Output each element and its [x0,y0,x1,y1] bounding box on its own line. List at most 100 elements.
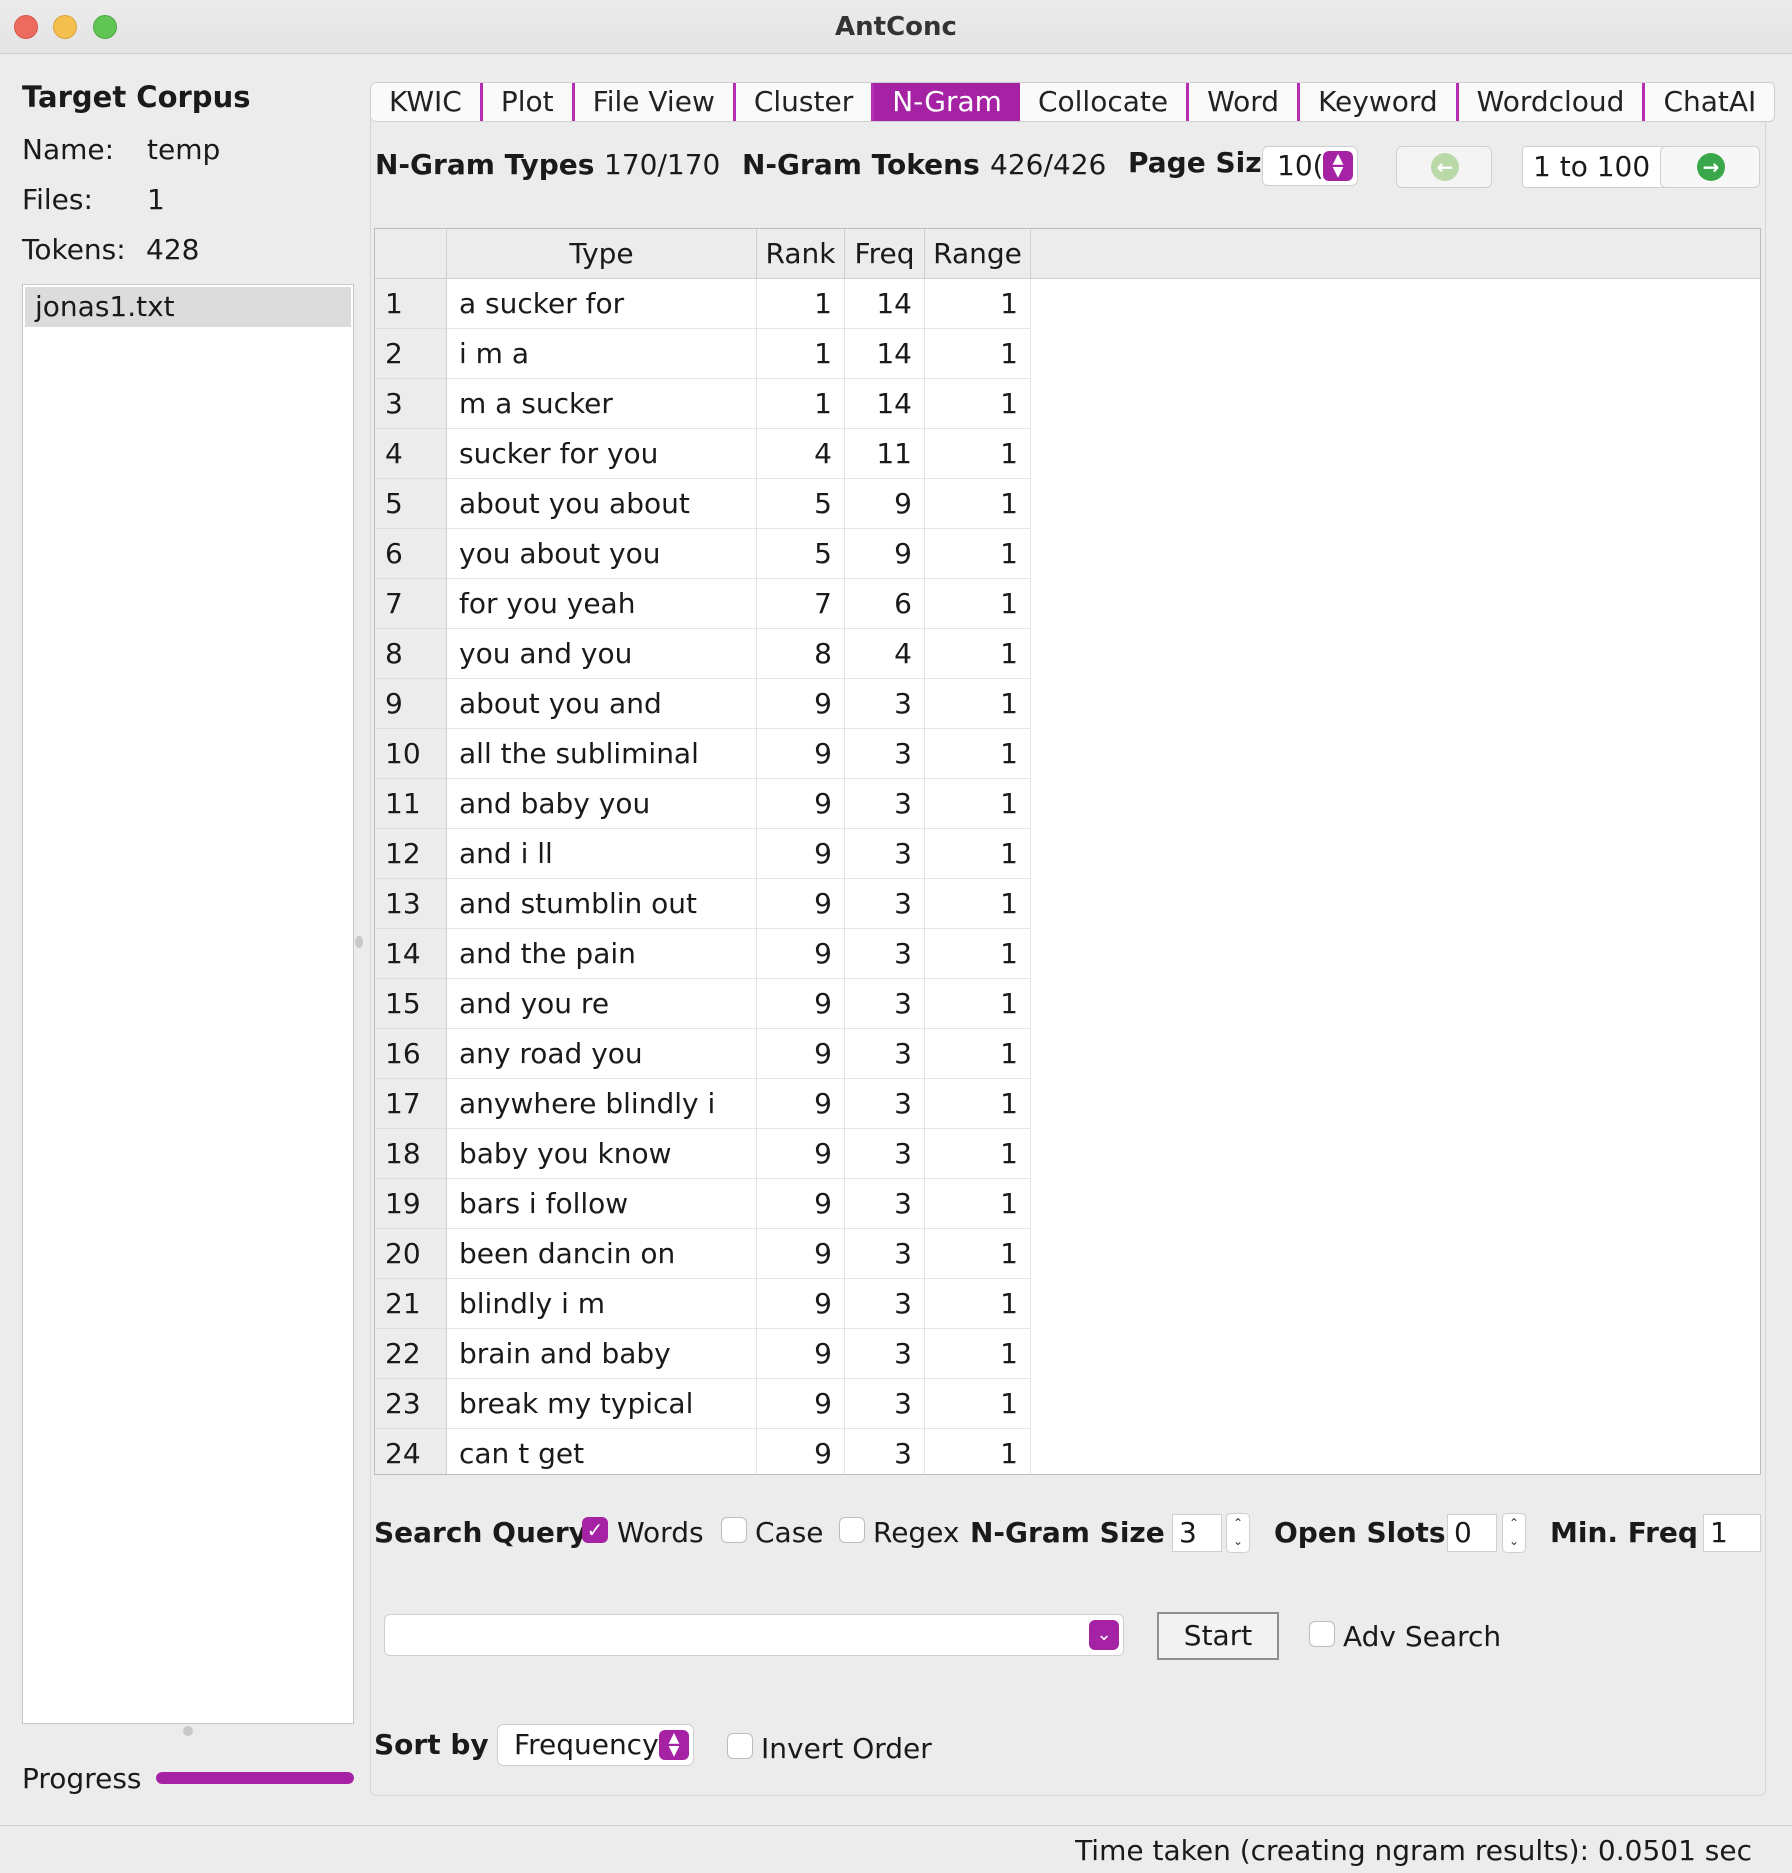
title-bar: AntConc [0,0,1792,54]
table-row[interactable]: 24 can t get 9 3 1 [375,1429,1760,1474]
row-index-cell: 6 [375,529,447,579]
chevron-down-icon[interactable]: ⌄ [1089,1620,1119,1650]
open-slots-input[interactable]: 0 [1447,1514,1497,1552]
freq-cell: 3 [845,1379,925,1429]
table-row[interactable]: 7 for you yeah 7 6 1 [375,579,1760,629]
ngram-size-stepper[interactable]: ⌃ ⌄ [1226,1513,1250,1553]
table-row[interactable]: 13 and stumblin out 9 3 1 [375,879,1760,929]
table-row[interactable]: 10 all the subliminal 9 3 1 [375,729,1760,779]
arrow-left-circle-icon: ← [1431,153,1459,181]
freq-cell: 3 [845,729,925,779]
freq-cell: 11 [845,429,925,479]
table-row[interactable]: 19 bars i follow 9 3 1 [375,1179,1760,1229]
ngram-size-input[interactable]: 3 [1172,1514,1222,1552]
panel-resize-handle[interactable] [183,1726,193,1736]
open-slots-stepper[interactable]: ⌃ ⌄ [1502,1513,1526,1553]
sort-by-select[interactable]: Frequency ▲ ▼ [497,1724,694,1766]
row-index-cell: 19 [375,1179,447,1229]
invert-order-checkbox[interactable] [727,1733,753,1759]
words-checkbox[interactable]: ✓ [582,1517,608,1543]
search-query-combobox[interactable]: ⌄ [384,1614,1124,1656]
tab-cluster[interactable]: Cluster [735,83,875,121]
freq-cell: 3 [845,1079,925,1129]
table-row[interactable]: 11 and baby you 9 3 1 [375,779,1760,829]
tab-kwic[interactable]: KWIC [371,83,483,121]
table-row[interactable]: 8 you and you 8 4 1 [375,629,1760,679]
corpus-name-label: Name: [22,133,115,166]
table-row[interactable]: 12 and i ll 9 3 1 [375,829,1760,879]
tab-keyword[interactable]: Keyword [1300,83,1459,121]
page-size-select[interactable]: 10( ▲ ▼ [1262,146,1358,186]
table-row[interactable]: 21 blindly i m931 [375,1279,1760,1329]
type-cell: bars i follow [447,1179,757,1229]
table-row[interactable]: 17 anywhere blindly i931 [375,1079,1760,1129]
range-cell: 1 [925,579,1031,629]
type-cell: you about you [447,529,757,579]
column-header-range[interactable]: Range [925,229,1031,279]
tool-tabs: KWIC Plot File View Cluster N-Gram Collo… [370,82,1776,122]
words-label: Words [617,1516,704,1549]
table-row[interactable]: 5 about you about 5 9 1 [375,479,1760,529]
tab-wordcloud[interactable]: Wordcloud [1458,83,1646,121]
tab-collocate[interactable]: Collocate [1019,83,1190,121]
table-row[interactable]: 14 and the pain 9 3 1 [375,929,1760,979]
ngram-types-label: N-Gram Types [375,148,595,181]
row-index-cell: 5 [375,479,447,529]
table-row[interactable]: 9 about you and 9 3 1 [375,679,1760,729]
table-row[interactable]: 4 sucker for you 4 11 1 [375,429,1760,479]
table-row[interactable]: 2i m a 1 14 1 [375,329,1760,379]
target-corpus-heading: Target Corpus [22,80,251,114]
freq-cell: 14 [845,279,925,329]
start-button[interactable]: Start [1157,1612,1279,1660]
min-freq-label: Min. Freq [1550,1516,1698,1549]
rank-cell: 1 [757,279,845,329]
rank-cell: 9 [757,1079,845,1129]
freq-cell: 3 [845,1029,925,1079]
next-page-button[interactable]: → [1660,146,1760,188]
progress-label: Progress [22,1762,142,1795]
table-row[interactable]: 18 baby you know 9 3 1 [375,1129,1760,1179]
tab-chatai[interactable]: ChatAI [1645,83,1775,121]
table-row[interactable]: 1a sucker for 1 14 1 [375,279,1760,329]
column-header-type[interactable]: Type [447,229,757,279]
case-checkbox[interactable] [721,1517,747,1543]
ngram-results-table[interactable]: Type Rank Freq Range 1a sucker for 1 14 1 2 i… [374,228,1761,1475]
table-row[interactable]: 3m a sucker 1 14 1 [375,379,1760,429]
row-index-cell: 17 [375,1079,447,1129]
table-row[interactable]: 6 you about you 5 9 1 [375,529,1760,579]
rank-cell: 8 [757,629,845,679]
type-cell: brain and baby [447,1329,757,1379]
table-row[interactable]: 15 and you re 9 3 1 [375,979,1760,1029]
type-cell: anywhere blindly i [447,1079,757,1129]
tab-word[interactable]: Word [1189,83,1301,121]
tab-file-view[interactable]: File View [574,83,736,121]
table-row[interactable]: 22 brain and baby 9 3 1 [375,1329,1760,1379]
vertical-split-handle[interactable] [355,936,363,948]
range-cell: 1 [925,279,1031,329]
corpus-files-value: 1 [147,183,165,216]
tab-n-gram[interactable]: N-Gram [874,83,1020,121]
type-cell: baby you know [447,1129,757,1179]
column-header-freq[interactable]: Freq [845,229,925,279]
row-index-cell: 23 [375,1379,447,1429]
freq-cell: 3 [845,679,925,729]
corpus-file-list[interactable]: jonas1.txt [22,284,354,1724]
row-index-cell: 2 [375,329,447,379]
adv-search-checkbox[interactable] [1309,1621,1335,1647]
previous-page-button[interactable]: ← [1396,146,1492,188]
row-index-cell: 16 [375,1029,447,1079]
min-freq-input[interactable]: 1 [1703,1514,1761,1552]
table-row[interactable]: 23 break my typical 9 3 1 [375,1379,1760,1429]
file-list-item[interactable]: jonas1.txt [25,287,351,327]
table-row[interactable]: 20 been dancin on 9 3 1 [375,1229,1760,1279]
corpus-name-row: Name: temp [22,133,220,166]
column-header-rank[interactable]: Rank [757,229,845,279]
row-index-cell: 1 [375,279,447,329]
tab-plot[interactable]: Plot [482,83,575,121]
table-row[interactable]: 16 any road you 9 3 1 [375,1029,1760,1079]
range-cell: 1 [925,1179,1031,1229]
corpus-name-value: temp [147,133,221,166]
range-cell: 1 [925,1029,1031,1079]
range-cell: 1 [925,779,1031,829]
regex-checkbox[interactable] [839,1517,865,1543]
